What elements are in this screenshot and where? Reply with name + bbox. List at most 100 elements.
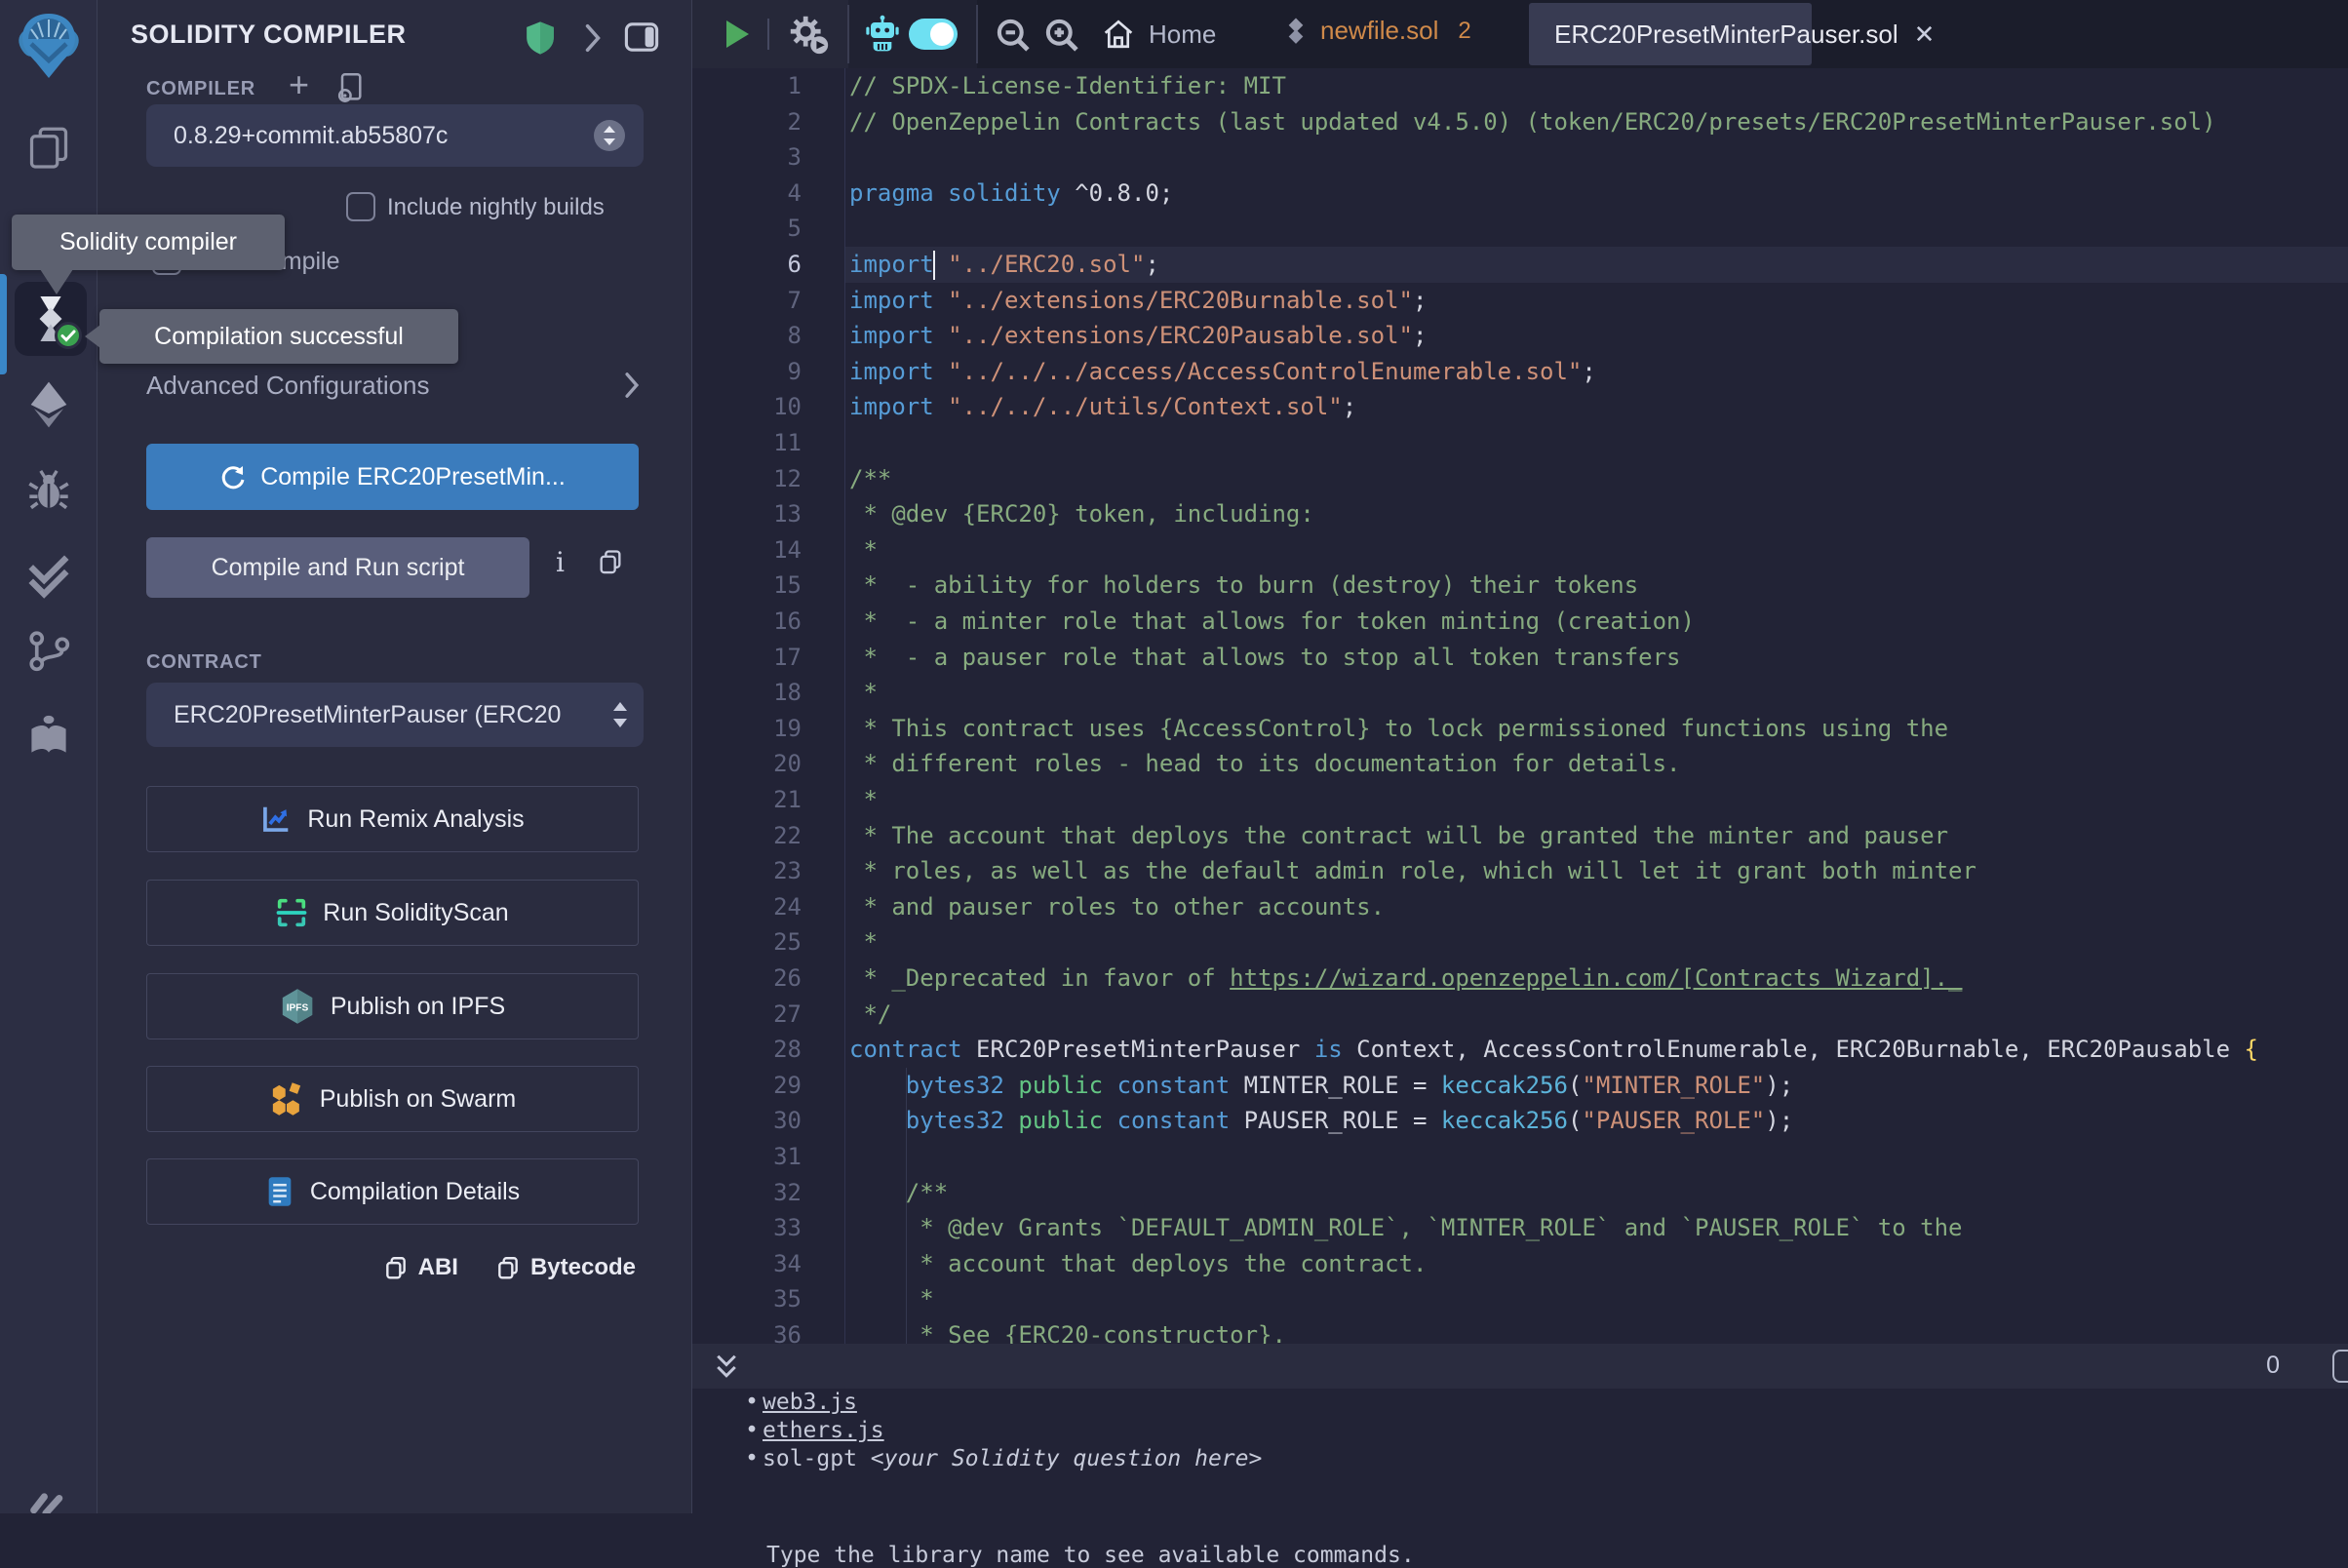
ai-assistant-button[interactable] [864, 15, 901, 54]
run-solidityscan-button[interactable]: Run SolidityScan [146, 880, 639, 946]
code-line-18[interactable]: 18 * [692, 675, 2348, 711]
publish-on-swarm-button[interactable]: Publish on Swarm [146, 1066, 639, 1132]
tab-close-icon[interactable]: ✕ [1914, 20, 1936, 50]
advanced-chevron-icon[interactable] [622, 372, 642, 399]
compile-button[interactable]: Compile ERC20PresetMin... [146, 444, 639, 510]
code-line-29[interactable]: 29 bytes32 public constant MINTER_ROLE =… [692, 1068, 2348, 1104]
code-line-8[interactable]: 8import "../extensions/ERC20Pausable.sol… [692, 318, 2348, 354]
code-line-30[interactable]: 30 bytes32 public constant PAUSER_ROLE =… [692, 1103, 2348, 1139]
terminal-list-item[interactable]: •ethers.js [692, 1417, 884, 1445]
info-icon[interactable]: i [556, 546, 565, 578]
include-nightly-checkbox[interactable] [346, 192, 375, 221]
run-script-button[interactable] [724, 20, 750, 49]
terminal-list-item[interactable]: •web3.js [692, 1389, 857, 1417]
code-line-21[interactable]: 21 * [692, 782, 2348, 818]
code-line-3[interactable]: 3 [692, 139, 2348, 176]
terminal-toolbar[interactable]: 0 [692, 1344, 2348, 1389]
header-chevron-right-icon[interactable] [582, 23, 604, 53]
copy-bytecode-button[interactable]: Bytecode [495, 1254, 636, 1281]
contract-select[interactable]: ERC20PresetMinterPauser (ERC20 [146, 683, 644, 747]
split-panel-icon[interactable] [624, 21, 659, 53]
advanced-configurations-label[interactable]: Advanced Configurations [146, 371, 430, 401]
run-remix-analysis-button[interactable]: Run Remix Analysis [146, 786, 639, 852]
tooltip-text: Compilation successful [154, 323, 404, 351]
code-line-19[interactable]: 19 * This contract uses {AccessControl} … [692, 711, 2348, 747]
sidebar-item-deploy-run[interactable] [0, 380, 98, 429]
code-line-7[interactable]: 7import "../extensions/ERC20Burnable.sol… [692, 283, 2348, 319]
copy-script-icon[interactable] [597, 548, 624, 575]
sidebar-item-unit-testing[interactable] [0, 552, 98, 599]
code-line-1[interactable]: 1// SPDX-License-Identifier: MIT [692, 68, 2348, 104]
zoom-out-button[interactable] [995, 17, 1032, 54]
shield-icon[interactable] [524, 20, 557, 56]
line-number: 25 [692, 924, 802, 960]
terminal-link[interactable]: ethers.js [763, 1418, 884, 1443]
tab-erc20-active[interactable]: ERC20PresetMinterPauser.sol ✕ [1529, 3, 1812, 65]
code-line-6[interactable]: 6import "../ERC20.sol"; [692, 247, 2348, 283]
abi-label: ABI [418, 1254, 458, 1281]
code-line-10[interactable]: 10import "../../../utils/Context.sol"; [692, 389, 2348, 425]
code-line-16[interactable]: 16 * - a minter role that allows for tok… [692, 604, 2348, 640]
line-number: 35 [692, 1281, 802, 1317]
line-number: 7 [692, 283, 802, 319]
code-line-9[interactable]: 9import "../../../access/AccessControlEn… [692, 354, 2348, 390]
code-line-5[interactable]: 5 [692, 211, 2348, 247]
remix-logo-icon[interactable] [0, 10, 98, 82]
tab-home[interactable]: Home [1102, 18, 1216, 51]
terminal-panel: 0 •web3.js•ethers.js•sol-gpt <your Solid… [692, 1344, 2348, 1513]
book-icon [25, 712, 72, 759]
code-line-25[interactable]: 25 * [692, 924, 2348, 960]
code-line-13[interactable]: 13 * @dev {ERC20} token, including: [692, 496, 2348, 532]
code-line-32[interactable]: 32 /** [692, 1175, 2348, 1211]
code-line-31[interactable]: 31 [692, 1139, 2348, 1175]
tab-newfile[interactable]: newfile.sol 2 [1285, 16, 1471, 46]
file-explorer-icon[interactable] [0, 123, 98, 172]
code-line-11[interactable]: 11 [692, 425, 2348, 461]
expand-terminal-icon[interactable] [712, 1352, 741, 1382]
code-line-24[interactable]: 24 * and pauser roles to other accounts. [692, 889, 2348, 925]
tooltip-arrow-down [40, 269, 73, 294]
terminal-search-box-partial[interactable] [2332, 1350, 2348, 1383]
code-text: * different roles - head to its document… [849, 750, 1681, 777]
terminal-link[interactable]: web3.js [763, 1390, 857, 1415]
code-line-2[interactable]: 2// OpenZeppelin Contracts (last updated… [692, 104, 2348, 140]
code-line-28[interactable]: 28contract ERC20PresetMinterPauser is Co… [692, 1032, 2348, 1068]
compilation-details-button[interactable]: Compilation Details [146, 1158, 639, 1225]
line-number: 20 [692, 746, 802, 782]
code-line-22[interactable]: 22 * The account that deploys the contra… [692, 818, 2348, 854]
code-line-4[interactable]: 4pragma solidity ^0.8.0; [692, 176, 2348, 212]
run-settings-button[interactable] [788, 14, 829, 55]
code-text: // OpenZeppelin Contracts (last updated … [849, 108, 2216, 136]
code-line-27[interactable]: 27 */ [692, 997, 2348, 1033]
code-line-12[interactable]: 12/** [692, 461, 2348, 497]
add-compiler-icon[interactable]: + [289, 64, 309, 105]
code-line-35[interactable]: 35 * [692, 1281, 2348, 1317]
code-line-34[interactable]: 34 * account that deploys the contract. [692, 1246, 2348, 1282]
sidebar-item-debugger[interactable] [0, 466, 98, 511]
code-line-15[interactable]: 15 * - ability for holders to burn (dest… [692, 568, 2348, 604]
sidebar-item-learneth[interactable] [0, 712, 98, 759]
tooltip-solidity-compiler: Solidity compiler [12, 215, 285, 270]
terminal-content[interactable]: •web3.js•ethers.js•sol-gpt <your Solidit… [692, 1389, 2348, 1513]
ai-toggle-switch[interactable] [909, 19, 958, 50]
publish-on-ipfs-button[interactable]: IPFS Publish on IPFS [146, 973, 639, 1039]
code-line-23[interactable]: 23 * roles, as well as the default admin… [692, 853, 2348, 889]
code-editor[interactable]: 1// SPDX-License-Identifier: MIT2// Open… [692, 68, 2348, 1344]
plugin-manager-icon-partial[interactable] [0, 1486, 98, 1513]
code-line-26[interactable]: 26 * _Deprecated in favor of https://wiz… [692, 960, 2348, 997]
file-badge-icon[interactable] [335, 72, 365, 103]
compiler-version-select[interactable]: 0.8.29+commit.ab55807c [146, 104, 644, 167]
compiler-version-value: 0.8.29+commit.ab55807c [174, 122, 448, 150]
sidebar-item-git[interactable] [0, 628, 98, 673]
line-number: 36 [692, 1317, 802, 1344]
code-line-36[interactable]: 36 * See {ERC20-constructor}. [692, 1317, 2348, 1344]
code-line-14[interactable]: 14 * [692, 532, 2348, 568]
code-line-33[interactable]: 33 * @dev Grants `DEFAULT_ADMIN_ROLE`, `… [692, 1210, 2348, 1246]
code-line-17[interactable]: 17 * - a pauser role that allows to stop… [692, 640, 2348, 676]
zoom-in-button[interactable] [1043, 17, 1080, 54]
copy-abi-button[interactable]: ABI [383, 1254, 458, 1281]
code-line-20[interactable]: 20 * different roles - head to its docum… [692, 746, 2348, 782]
terminal-list-item[interactable]: •sol-gpt <your Solidity question here> [692, 1445, 1262, 1473]
compile-and-run-button[interactable]: Compile and Run script [146, 537, 529, 598]
code-text: /** [849, 465, 891, 492]
